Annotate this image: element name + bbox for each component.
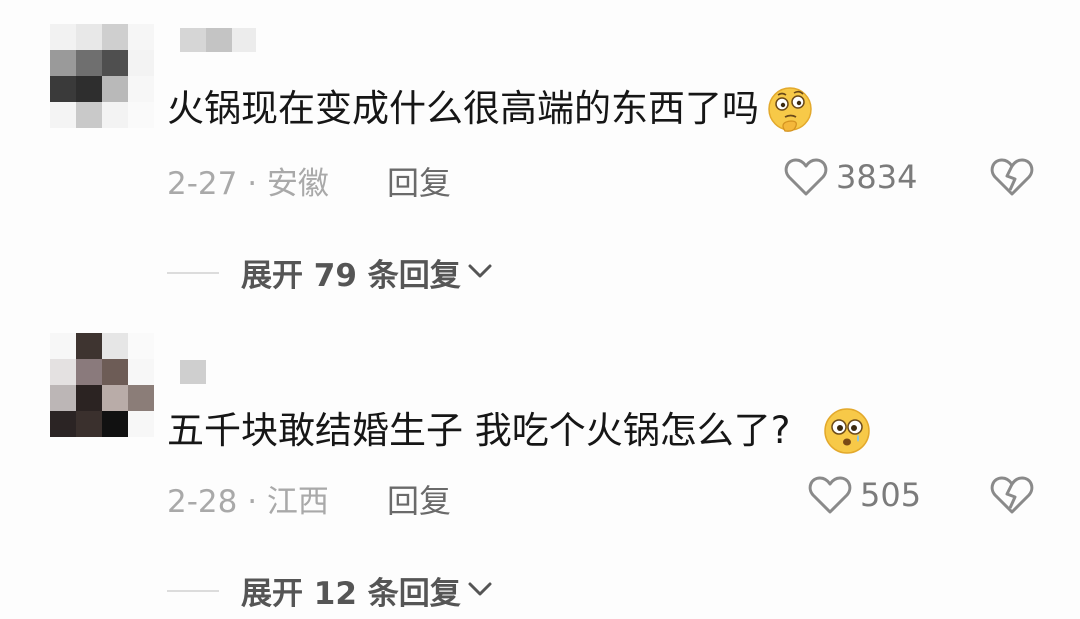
like-button[interactable]: 505 <box>808 475 921 515</box>
broken-heart-icon <box>990 158 1034 201</box>
comment-text-content: 火锅现在变成什么很高端的东西了吗 <box>167 87 759 130</box>
comment-text: 五千块敢结婚生子 我吃个火锅怎么了? <box>167 406 872 456</box>
avatar[interactable] <box>50 24 154 128</box>
heart-icon <box>784 157 828 197</box>
date-location: 2-27 · 安徽 <box>167 166 329 202</box>
thinking-face-emoji <box>765 84 815 134</box>
username-blurred[interactable] <box>180 360 206 384</box>
like-button[interactable]: 3834 <box>784 157 917 197</box>
comment-text: 火锅现在变成什么很高端的东西了吗 <box>167 84 815 134</box>
date-location: 2-28 · 江西 <box>167 484 329 520</box>
expand-replies-button[interactable]: 展开 12 条回复 <box>167 568 493 613</box>
comment-text-content: 五千块敢结婚生子 我吃个火锅怎么了? <box>167 409 791 452</box>
dislike-button[interactable] <box>990 157 1034 201</box>
heart-icon <box>808 475 852 515</box>
like-count: 3834 <box>836 158 918 196</box>
crying-face-emoji <box>822 406 872 456</box>
username-blurred[interactable] <box>180 28 256 52</box>
expand-replies-label: 展开 12 条回复 <box>241 576 461 612</box>
like-count: 505 <box>860 476 922 514</box>
chevron-down-icon <box>461 262 493 284</box>
reply-button[interactable]: 回复 <box>387 158 451 204</box>
expand-replies-label: 展开 79 条回复 <box>241 258 461 294</box>
reply-button[interactable]: 回复 <box>387 476 451 522</box>
dislike-button[interactable] <box>990 475 1034 519</box>
divider-line <box>167 271 219 274</box>
broken-heart-icon <box>990 476 1034 519</box>
expand-replies-button[interactable]: 展开 79 条回复 <box>167 250 493 295</box>
chevron-down-icon <box>461 580 493 602</box>
divider-line <box>167 589 219 592</box>
avatar[interactable] <box>50 333 154 437</box>
